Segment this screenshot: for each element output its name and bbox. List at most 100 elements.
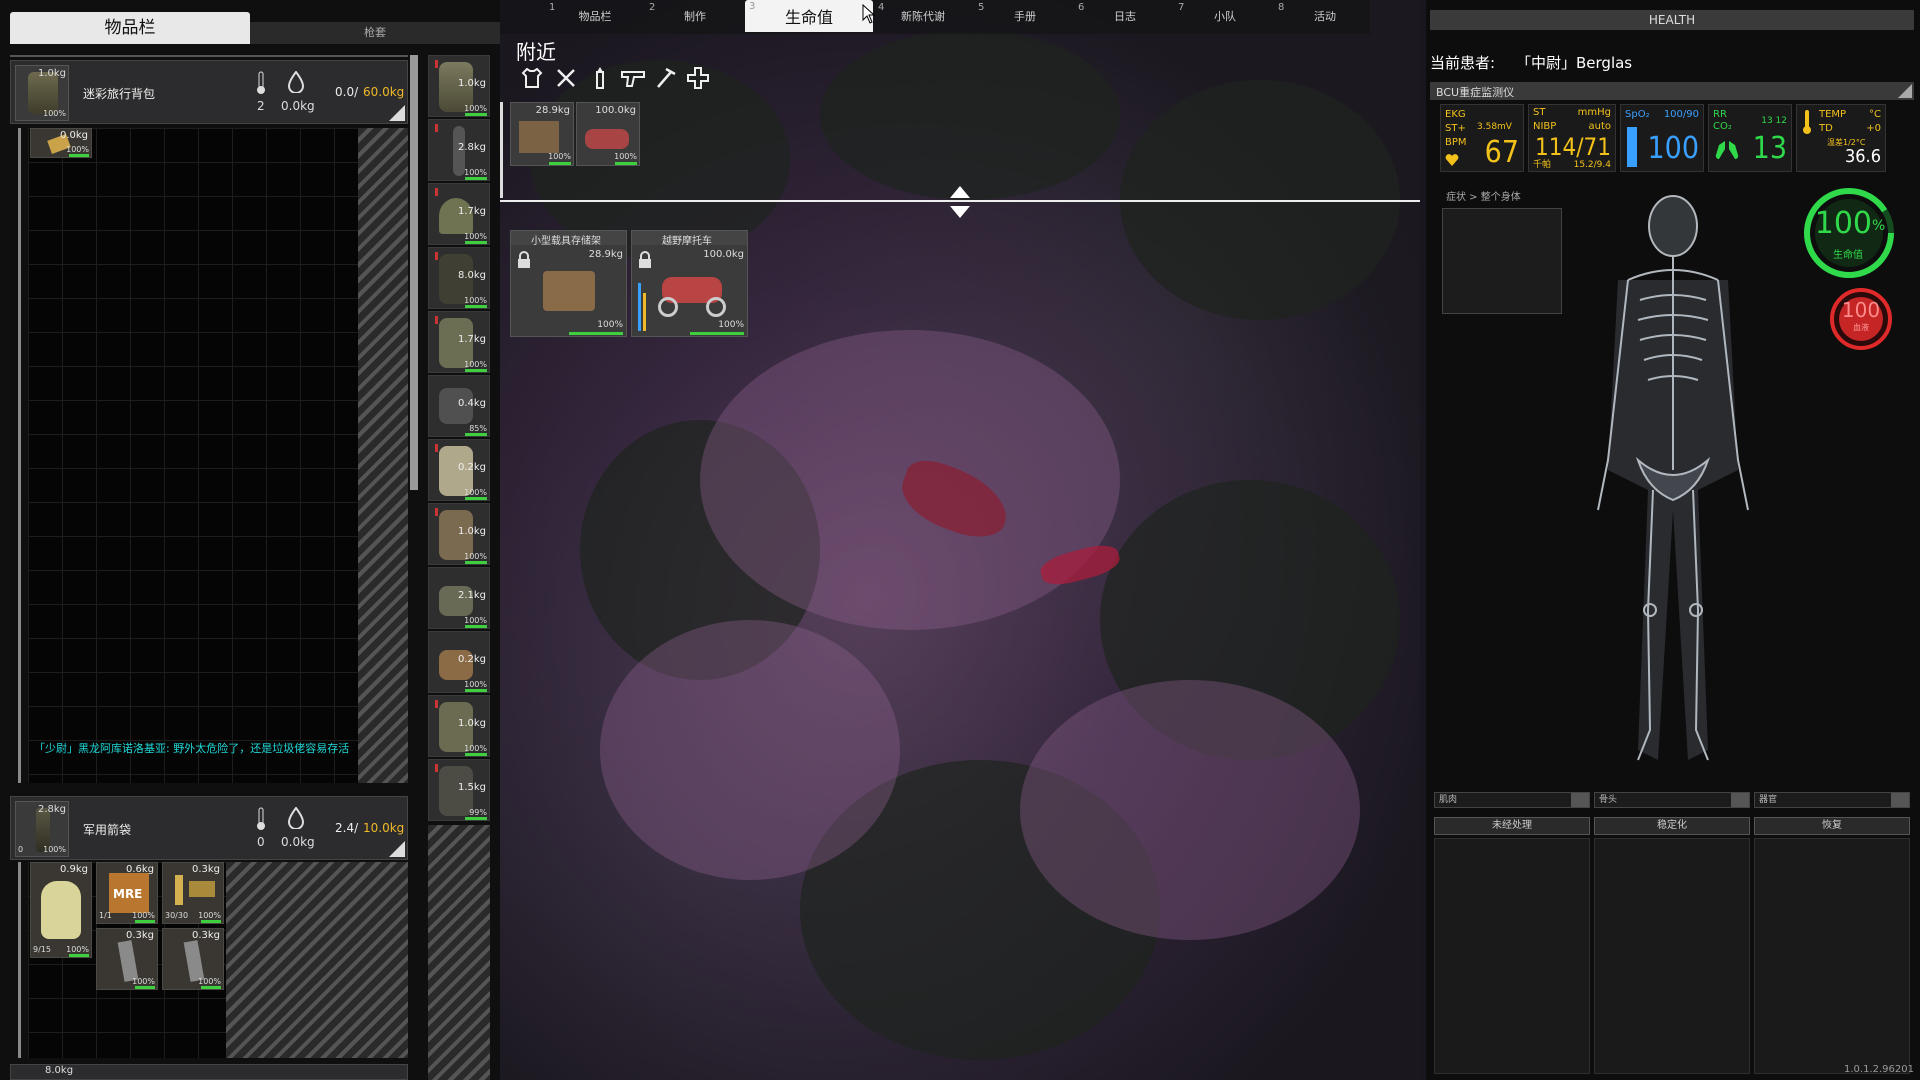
- nearby-container-storage-rack[interactable]: 小型载具存储架 28.9kg 100%: [510, 230, 627, 337]
- recover-list[interactable]: [1754, 838, 1910, 1074]
- nearby-container-motorcycle[interactable]: 越野摩托车 100.0kg 100%: [631, 230, 748, 337]
- select-label: 骨头: [1599, 795, 1618, 805]
- nearby-title: 附近: [516, 40, 556, 64]
- top-tab-bar: 1 物品栏 2 制作 3 生命值 4 新陈代谢 5 手册 6 日志 7 小队 8…: [500, 0, 1370, 34]
- equip-slot-rifle[interactable]: 2.8kg 100%: [428, 119, 490, 181]
- divider: [10, 55, 408, 57]
- item-durability: 100%: [464, 744, 487, 753]
- tab-label: 生命值: [784, 8, 833, 27]
- tab-label: 日志: [1114, 10, 1136, 23]
- medical-filter-icon[interactable]: [686, 66, 710, 90]
- resize-corner-icon: [1898, 84, 1912, 98]
- blood-value: 100: [1841, 298, 1881, 322]
- inventory-panel: 物品栏 枪套 1.0kg 100% 迷彩旅行背包 2 0.0kg 0.0/ 60…: [0, 0, 500, 1080]
- item-durability: 100%: [597, 320, 623, 330]
- tab-metabolism[interactable]: 新陈代谢: [888, 0, 958, 32]
- symptom-breadcrumb[interactable]: 症状 > 整个身体: [1446, 188, 1521, 203]
- vital-ekg: EKG ST+ 3.58mV BPM 67: [1440, 104, 1524, 172]
- ammo-item[interactable]: 0.3kg 100% 30/30: [162, 862, 224, 924]
- splitter-arrows-icon[interactable]: [948, 184, 972, 220]
- tab-inventory-list[interactable]: 物品栏: [10, 12, 250, 44]
- equip-slot-helmet[interactable]: 1.7kg 100%: [428, 183, 490, 245]
- weapon-filter-icon[interactable]: [620, 66, 646, 90]
- item-weight: 0.2kg: [457, 462, 486, 473]
- tab-label: 枪套: [364, 26, 386, 39]
- panel-scrollbar[interactable]: [410, 55, 418, 490]
- vital-label: CO₂: [1713, 121, 1732, 132]
- tab-squad[interactable]: 小队: [1190, 0, 1260, 32]
- next-container-header[interactable]: 8.0kg: [10, 1064, 408, 1080]
- temp-value: 36.6: [1844, 146, 1881, 167]
- equip-slot-vest[interactable]: 8.0kg 100%: [428, 247, 490, 309]
- resize-corner-icon: [389, 105, 405, 121]
- mre-item[interactable]: MRE 0.6kg 100% 1/1: [96, 862, 158, 924]
- tab-health[interactable]: 3 生命值: [745, 0, 873, 32]
- equip-slot-waist[interactable]: 0.2kg 100%: [428, 631, 490, 693]
- backpack-container-header[interactable]: 1.0kg 100% 迷彩旅行背包 2 0.0kg 0.0/ 60.0kg: [10, 60, 408, 124]
- equip-slot-backpack[interactable]: 1.0kg 100%: [428, 55, 490, 117]
- untreated-button[interactable]: 未经处理: [1434, 817, 1590, 835]
- vital-value-small: +0: [1866, 123, 1881, 134]
- version-label: 1.0.1.2.96201: [1844, 1064, 1914, 1075]
- tab-holster[interactable]: 枪套: [250, 22, 500, 44]
- button-label: 稳定化: [1657, 820, 1687, 831]
- backpack-grid[interactable]: [28, 128, 358, 783]
- item-weight: 1.0kg: [457, 526, 486, 537]
- quiver-container-header[interactable]: 2.8kg 100% 0 军用箭袋 0 0.0kg 2.4/ 10.0kg: [10, 796, 408, 860]
- container-name: 军用箭袋: [83, 823, 132, 837]
- item-weight: 0.9kg: [59, 864, 88, 875]
- stabilize-list[interactable]: [1594, 838, 1750, 1074]
- scroll-track[interactable]: [18, 862, 21, 1058]
- equip-slot-boots[interactable]: 1.5kg 99%: [428, 759, 490, 821]
- equip-slot-pouch[interactable]: 1.0kg 100%: [428, 503, 490, 565]
- ammo-filter-icon[interactable]: [588, 66, 612, 90]
- select-bone[interactable]: 骨头: [1594, 792, 1750, 808]
- select-muscle[interactable]: 肌肉: [1434, 792, 1590, 808]
- select-organ[interactable]: 器官: [1754, 792, 1910, 808]
- item-durability: 100%: [43, 845, 66, 854]
- item-durability: 99%: [469, 808, 487, 817]
- stabilize-button[interactable]: 稳定化: [1594, 817, 1750, 835]
- clothing-filter-icon[interactable]: [520, 66, 544, 90]
- item-weight: 0.6kg: [125, 864, 154, 875]
- equip-slot-pants[interactable]: 1.0kg 100%: [428, 695, 490, 757]
- recover-button[interactable]: 恢复: [1754, 817, 1910, 835]
- crafting-filter-icon[interactable]: [554, 66, 578, 90]
- nearby-filter-bar: [516, 64, 716, 94]
- backpack-item[interactable]: 0.0kg 100%: [30, 128, 92, 158]
- water-value: 0.0kg: [281, 99, 315, 113]
- spo2-bar: [1627, 127, 1637, 167]
- tab-inventory[interactable]: 物品栏: [560, 0, 630, 32]
- skeleton-body-icon[interactable]: [1548, 190, 1798, 770]
- temperature-value: 0: [257, 835, 265, 849]
- tab-log[interactable]: 日志: [1090, 0, 1160, 32]
- tab-crafting[interactable]: 制作: [660, 0, 730, 32]
- magazine-item[interactable]: 0.3kg 100%: [162, 928, 224, 990]
- locked-equip-slots: [428, 825, 490, 1080]
- heart-icon: [1445, 154, 1459, 166]
- temperature-value: 2: [257, 99, 265, 113]
- lock-icon: [518, 251, 530, 268]
- resize-corner-icon: [389, 841, 405, 857]
- item-weight: 1.0kg: [37, 68, 66, 79]
- nearby-item-motorcycle[interactable]: 100.0kg 100%: [576, 102, 640, 166]
- item-durability: 100%: [464, 104, 487, 113]
- equip-slot-gloves[interactable]: 0.4kg 85%: [428, 375, 490, 437]
- tab-label: 活动: [1314, 10, 1336, 23]
- item-durability: 100%: [66, 945, 89, 954]
- canteen-item[interactable]: 0.9kg 100% 9/15: [30, 862, 92, 958]
- tool-filter-icon[interactable]: [654, 66, 678, 90]
- magazine-item[interactable]: 0.3kg 100%: [96, 928, 158, 990]
- tab-activity[interactable]: 活动: [1290, 0, 1360, 32]
- nearby-item-storage-rack[interactable]: 28.9kg 100%: [510, 102, 574, 166]
- thermometer-icon: [1803, 110, 1811, 134]
- scroll-track[interactable]: [18, 128, 21, 783]
- item-durability: 100%: [66, 145, 89, 154]
- item-durability: 100%: [198, 977, 221, 986]
- equip-slot-shirt[interactable]: 0.2kg 100%: [428, 439, 490, 501]
- equip-slot-jacket[interactable]: 1.7kg 100%: [428, 311, 490, 373]
- equip-slot-belt[interactable]: 2.1kg 100%: [428, 567, 490, 629]
- item-weight: 1.0kg: [457, 718, 486, 729]
- tab-manual[interactable]: 手册: [990, 0, 1060, 32]
- untreated-list[interactable]: [1434, 838, 1590, 1074]
